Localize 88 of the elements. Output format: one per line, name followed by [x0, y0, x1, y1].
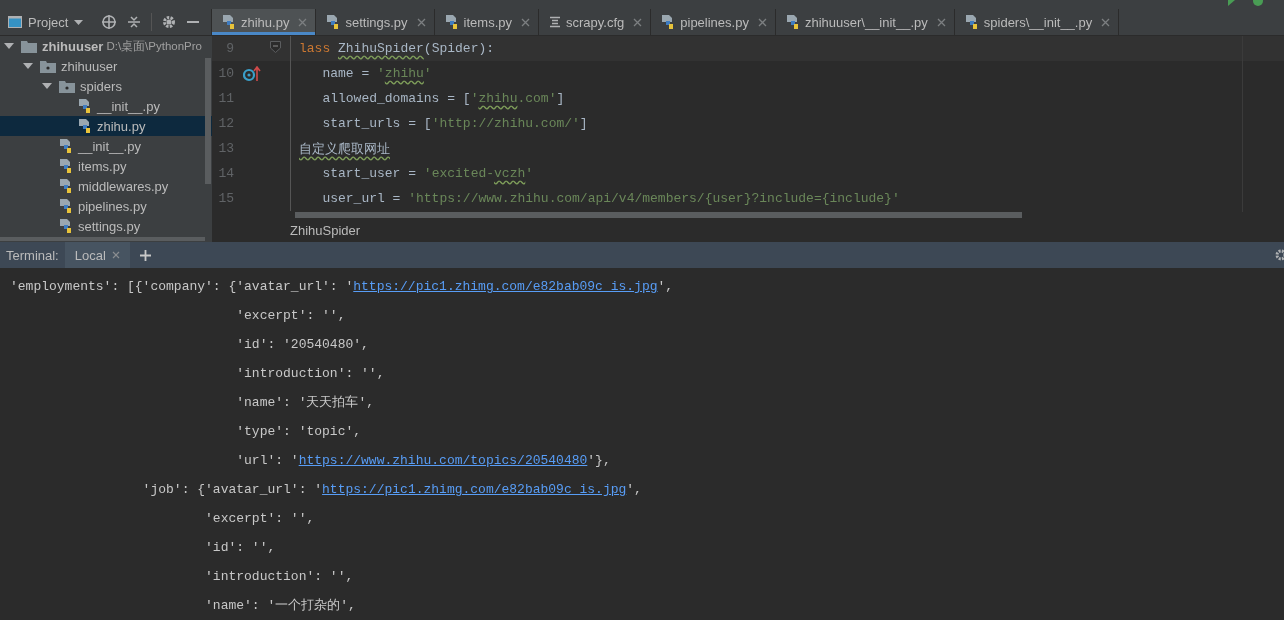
- code-line: name = 'zhihu': [321, 66, 432, 81]
- line-number: 12: [217, 116, 234, 131]
- tree-item[interactable]: spiders: [0, 76, 212, 96]
- code-line: 自定义爬取网址: [298, 140, 390, 158]
- expand-arrow-icon[interactable]: [4, 41, 14, 51]
- python-file-icon: [78, 98, 92, 114]
- window-icon: [8, 16, 22, 29]
- python-file-icon: [59, 218, 73, 234]
- close-icon[interactable]: [633, 17, 643, 27]
- editor-tab[interactable]: zhihuuser\__init__.py: [775, 9, 955, 35]
- python-file-icon: [59, 138, 73, 154]
- close-icon[interactable]: [521, 17, 530, 27]
- code-line: user_url = 'https://www.zhihu.com/api/v4/members/{user}?include={include}': [321, 191, 900, 206]
- line-number: 15: [217, 191, 234, 206]
- terminal-line: 'url': 'https://www.zhihu.com/topics/20540480'},: [235, 452, 612, 470]
- editor-tab[interactable]: scrapy.cfg: [539, 9, 652, 35]
- code-line: start_user = 'excited-vczh': [321, 166, 534, 181]
- python-file-icon: [444, 14, 459, 31]
- scrollbar[interactable]: [0, 237, 205, 241]
- add-icon[interactable]: [139, 249, 151, 261]
- package-folder-icon: [59, 79, 75, 93]
- terminal-line: 'employments': [{'company': {'avatar_url': 'https://pic1.zhimg.com/e82bab09c_is.jpg',: [10, 278, 675, 296]
- editor-tab[interactable]: spiders\__init__.py: [954, 9, 1120, 35]
- locate-icon[interactable]: [101, 14, 118, 31]
- link[interactable]: https://pic1.zhimg.com/e82bab09c_is.jpg: [322, 482, 627, 497]
- terminal-line: 'name': '一个打杂的',: [204, 597, 357, 615]
- editor-tab[interactable]: zhihu.py: [212, 9, 317, 35]
- terminal-line: 'introduction': '',: [235, 365, 386, 383]
- terminal-line: 'job': {'avatar_url': 'https://pic1.zhimg.com/e82bab09c_is.jpg',: [141, 481, 643, 499]
- fold-icon[interactable]: [270, 41, 281, 53]
- tree-item[interactable]: zhihu.py: [0, 116, 212, 136]
- editor-tab[interactable]: settings.py: [316, 9, 435, 35]
- close-icon[interactable]: [111, 251, 120, 259]
- terminal-label: Terminal:: [5, 247, 60, 263]
- line-number: 13: [217, 141, 234, 156]
- package-folder-icon: [40, 59, 56, 73]
- collapse-all-icon[interactable]: [127, 15, 142, 30]
- tree-item[interactable]: __init__.py: [0, 136, 212, 156]
- line-number: 11: [217, 91, 234, 106]
- tree-item[interactable]: middlewares.py: [0, 176, 212, 196]
- scrollbar[interactable]: [205, 58, 211, 184]
- tree-item[interactable]: zhihuuser D:\桌面\PythonPro: [0, 36, 212, 56]
- python-file-icon: [59, 198, 73, 214]
- code-line: lass ZhihuSpider(Spider):: [298, 41, 495, 56]
- line-number: 10: [217, 66, 234, 81]
- tree-item[interactable]: zhihuuser: [0, 56, 212, 76]
- close-icon[interactable]: [936, 17, 946, 27]
- code-line: allowed_domains = ['zhihu.com']: [321, 91, 565, 106]
- breadcrumb[interactable]: ZhihuSpider: [290, 222, 361, 238]
- folder-icon: [21, 39, 37, 53]
- text-file-icon: [549, 16, 561, 29]
- link[interactable]: https://www.zhihu.com/topics/20540480: [298, 453, 588, 468]
- python-file-icon: [59, 178, 73, 194]
- close-icon[interactable]: [1101, 17, 1111, 27]
- tree-item[interactable]: settings.py: [0, 216, 212, 236]
- terminal-line: 'excerpt': '',: [235, 307, 347, 325]
- python-file-icon: [326, 14, 341, 31]
- code-line: start_urls = ['http://zhihu.com/']: [321, 116, 588, 131]
- terminal-line: 'id': '20540480',: [235, 336, 370, 354]
- scrollbar[interactable]: [295, 212, 1022, 218]
- python-file-icon: [78, 118, 92, 134]
- caret-icon: [74, 19, 84, 25]
- circle-arrow-icon[interactable]: [243, 65, 261, 82]
- python-file-icon: [785, 14, 800, 31]
- close-icon[interactable]: [416, 17, 426, 27]
- python-file-icon: [59, 158, 73, 174]
- editor-tab[interactable]: pipelines.py: [651, 9, 776, 35]
- python-file-icon: [222, 14, 236, 31]
- line-number: 14: [217, 166, 234, 181]
- expand-arrow-icon[interactable]: [23, 61, 33, 71]
- tree-item[interactable]: __init__.py: [0, 96, 212, 116]
- python-file-icon: [661, 14, 676, 31]
- tree-item[interactable]: pipelines.py: [0, 196, 212, 216]
- tree-item[interactable]: items.py: [0, 156, 212, 176]
- editor-tab[interactable]: items.py: [434, 9, 539, 35]
- expand-arrow-icon[interactable]: [42, 81, 52, 91]
- python-file-icon: [964, 14, 979, 31]
- settings-icon[interactable]: [162, 15, 177, 30]
- terminal-line: 'id': '',: [204, 539, 277, 557]
- terminal-line: 'excerpt': '',: [204, 510, 316, 528]
- terminal-line: 'name': '天天拍车',: [235, 394, 376, 412]
- terminal-line: 'type': 'topic',: [235, 423, 363, 441]
- terminal-tab[interactable]: Local: [64, 242, 130, 268]
- project-view-dropdown[interactable]: Project: [8, 14, 84, 30]
- terminal-line: 'introduction': '',: [204, 568, 355, 586]
- close-icon[interactable]: [757, 17, 767, 27]
- close-icon[interactable]: [298, 17, 308, 27]
- link[interactable]: https://pic1.zhimg.com/e82bab09c_is.jpg: [353, 279, 658, 294]
